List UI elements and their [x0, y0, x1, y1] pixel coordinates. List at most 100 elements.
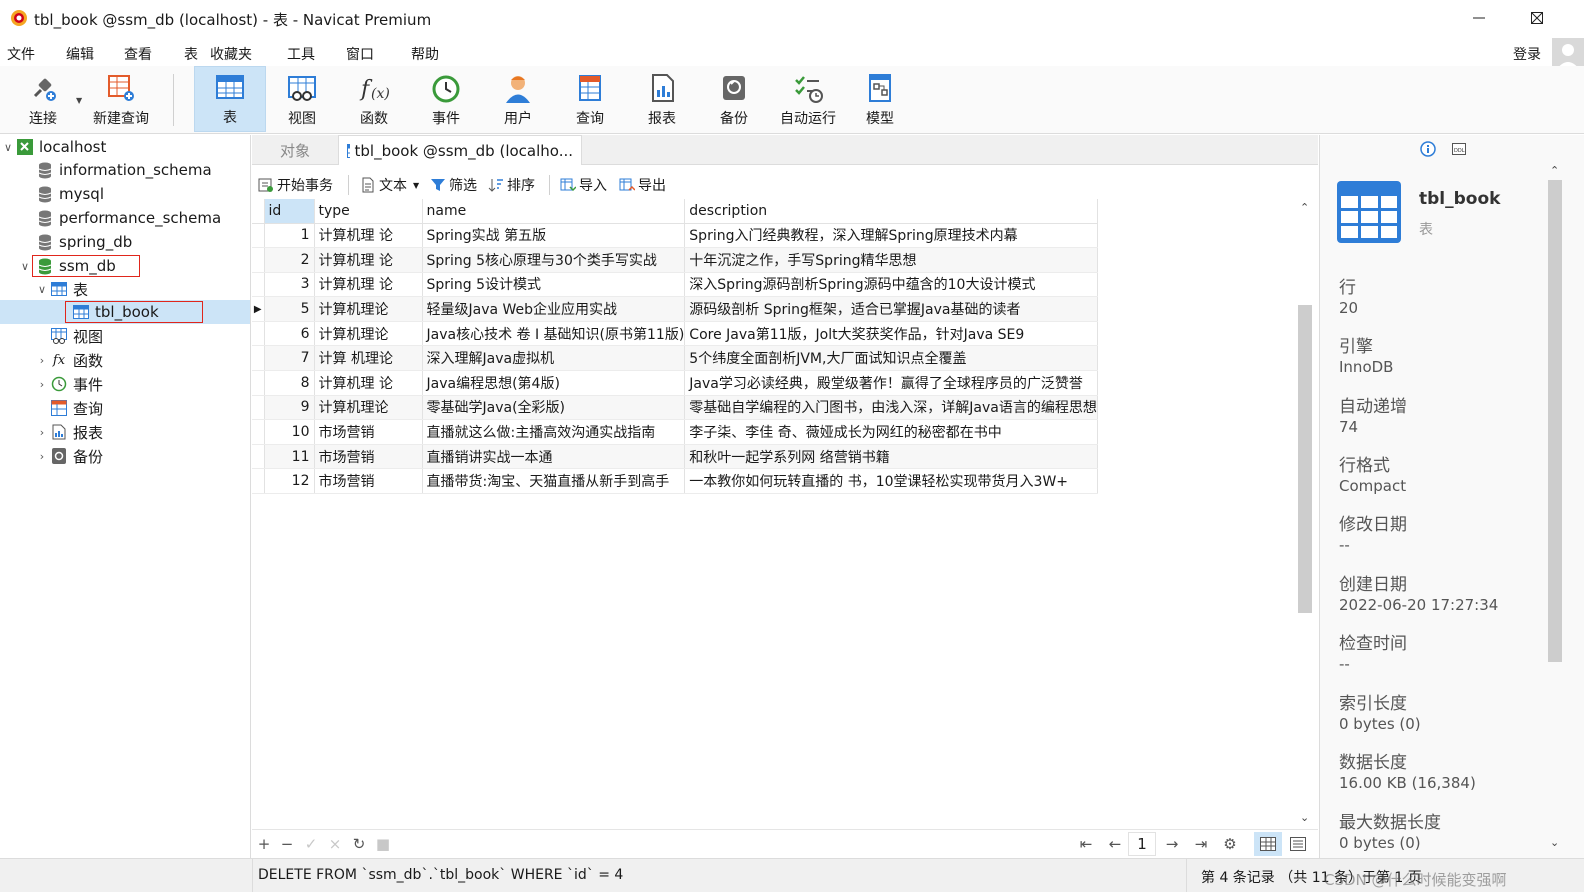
- cell-type[interactable]: 计算机理论: [314, 296, 423, 322]
- settings-gear-icon[interactable]: ⚙: [1220, 834, 1240, 854]
- scroll-up-icon[interactable]: ⌃: [1550, 164, 1559, 177]
- text-button[interactable]: 文本 ▼: [360, 174, 419, 196]
- sort-button[interactable]: 排序: [488, 174, 535, 196]
- menu-table[interactable]: 表: [184, 44, 198, 64]
- tree-tables-node[interactable]: ∨ 表: [34, 277, 250, 301]
- report-button[interactable]: 报表: [626, 66, 698, 132]
- cell-type[interactable]: 计算机理 论: [314, 272, 423, 298]
- info-panel-scrollbar[interactable]: ⌃ ⌄: [1546, 164, 1564, 858]
- cell-id[interactable]: 9: [264, 395, 315, 421]
- cell-name[interactable]: Java编程思想(第4版): [422, 370, 686, 396]
- row-marker[interactable]: [252, 419, 265, 445]
- tree-db-information-schema[interactable]: information_schema: [20, 158, 250, 182]
- scrollbar-thumb[interactable]: [1548, 180, 1562, 662]
- table-row[interactable]: 1 计算机理 论 Spring实战 第五版 Spring入门经典教程，深入理解Spri…: [252, 223, 1098, 249]
- cell-description[interactable]: 深入Spring源码剖析Spring源码中蕴含的10大设计模式: [684, 272, 1098, 298]
- tab-objects[interactable]: 对象: [252, 135, 338, 165]
- cell-name[interactable]: 直播销讲实战一本通: [422, 444, 686, 470]
- table-row[interactable]: 9 计算机理论 零基础学Java(全彩版) 零基础自学编程的入门图书，由浅入深，详解J…: [252, 395, 1098, 421]
- refresh-icon[interactable]: ↻: [351, 834, 367, 854]
- scroll-up-icon[interactable]: ⌃: [1300, 201, 1309, 214]
- cell-description[interactable]: 源码级剖析 Spring框架，适合已掌握Java基础的读者: [684, 296, 1098, 322]
- tree-views-node[interactable]: 视图: [34, 324, 250, 348]
- info-icon[interactable]: [1420, 141, 1436, 157]
- table-row[interactable]: 2 计算机理 论 Spring 5核心原理与30个类手写实战 十年沉淀之作，手写Spr…: [252, 247, 1098, 273]
- tree-events-node[interactable]: › 事件: [34, 372, 250, 396]
- cell-id[interactable]: 11: [264, 444, 315, 470]
- cell-type[interactable]: 计算 机理论: [314, 345, 423, 372]
- tree-table-tbl-book[interactable]: tbl_book: [0, 300, 250, 324]
- cell-name[interactable]: Spring 5设计模式: [422, 272, 686, 298]
- cell-id[interactable]: 8: [264, 370, 315, 396]
- add-record-icon[interactable]: +: [256, 834, 272, 854]
- tree-db-ssm-db[interactable]: ∨ ssm_db: [17, 254, 250, 278]
- cell-name[interactable]: 直播就这么做:主播高效沟通实战指南: [422, 419, 686, 445]
- cell-id[interactable]: 7: [264, 345, 315, 372]
- cell-name[interactable]: 直播带货:淘宝、天猫直播从新手到高手: [422, 468, 686, 495]
- first-page-icon[interactable]: ⇤: [1076, 834, 1096, 854]
- column-header-name[interactable]: name: [422, 199, 686, 224]
- ddl-icon[interactable]: DDL: [1451, 141, 1467, 157]
- scroll-down-icon[interactable]: ⌄: [1550, 836, 1559, 849]
- table-row-current[interactable]: ▶ 5 计算机理论 轻量级Java Web企业应用实战 源码级剖析 Spring框架，适…: [252, 296, 1098, 322]
- export-button[interactable]: 导出: [619, 174, 666, 196]
- tree-queries-node[interactable]: 查询: [34, 396, 250, 420]
- row-marker[interactable]: [252, 370, 265, 396]
- form-view-button[interactable]: [1286, 832, 1310, 856]
- filter-button[interactable]: 筛选: [430, 174, 477, 196]
- cell-type[interactable]: 计算机理论: [314, 321, 423, 347]
- cell-type[interactable]: 市场营销: [314, 444, 423, 470]
- cell-type[interactable]: 市场营销: [314, 419, 423, 445]
- expand-icon[interactable]: ›: [34, 378, 50, 391]
- connect-dropdown-icon[interactable]: ▼: [76, 96, 82, 105]
- discard-changes-icon[interactable]: ×: [327, 834, 343, 854]
- cell-name[interactable]: Java核心技术 卷 I 基础知识(原书第11版): [422, 321, 686, 347]
- column-header-type[interactable]: type: [314, 199, 423, 224]
- menu-help[interactable]: 帮助: [411, 44, 439, 64]
- cell-id[interactable]: 10: [264, 419, 315, 445]
- next-page-icon[interactable]: →: [1162, 834, 1182, 854]
- cell-type[interactable]: 计算机理 论: [314, 223, 423, 249]
- cell-name[interactable]: 轻量级Java Web企业应用实战: [422, 296, 686, 322]
- cell-description[interactable]: 零基础自学编程的入门图书，由浅入深，详解Java语言的编程思想: [684, 395, 1098, 421]
- backup-button[interactable]: 备份: [698, 66, 770, 132]
- cell-id[interactable]: 6: [264, 321, 315, 347]
- cell-description[interactable]: Java学习必读经典，殿堂级著作！赢得了全球程序员的广泛赞誉: [684, 370, 1098, 396]
- tree-localhost[interactable]: ∨ localhost: [0, 135, 250, 159]
- expand-icon[interactable]: ›: [34, 450, 50, 463]
- row-marker[interactable]: [252, 395, 265, 421]
- cell-description[interactable]: Spring入门经典教程，深入理解Spring原理技术内幕: [684, 223, 1098, 249]
- cell-name[interactable]: Spring 5核心原理与30个类手写实战: [422, 247, 686, 273]
- cell-name[interactable]: 零基础学Java(全彩版): [422, 395, 686, 421]
- close-button[interactable]: [1508, 0, 1566, 36]
- menu-window[interactable]: 窗口: [346, 44, 374, 64]
- row-marker[interactable]: [252, 247, 265, 273]
- cell-type[interactable]: 市场营销: [314, 468, 423, 495]
- row-marker[interactable]: [252, 345, 265, 372]
- row-marker[interactable]: [252, 468, 265, 495]
- cell-id[interactable]: 2: [264, 247, 315, 273]
- connect-button[interactable]: 连接: [7, 66, 79, 132]
- cell-description[interactable]: 十年沉淀之作，手写Spring精华思想: [684, 247, 1098, 273]
- apply-changes-icon[interactable]: ✓: [303, 834, 319, 854]
- cell-name[interactable]: Spring实战 第五版: [422, 223, 686, 249]
- table-row[interactable]: 7 计算 机理论 深入理解Java虚拟机 5个纬度全面剖析JVM,大厂面试知识点全覆盖: [252, 345, 1098, 372]
- cell-type[interactable]: 计算机理 论: [314, 370, 423, 396]
- tab-tbl-book[interactable]: tbl_book @ssm_db (localho...: [338, 135, 582, 165]
- new-query-button[interactable]: 新建查询: [86, 66, 156, 132]
- view-button[interactable]: 视图: [266, 66, 338, 132]
- cell-id[interactable]: 5: [264, 296, 315, 322]
- table-row[interactable]: 8 计算机理 论 Java编程思想(第4版) Java学习必读经典，殿堂级著作！赢得了…: [252, 370, 1098, 396]
- current-row-marker[interactable]: ▶: [252, 296, 265, 322]
- cell-description[interactable]: 和秋叶一起学系列网 络营销书籍: [684, 444, 1098, 470]
- automation-button[interactable]: 自动运行: [770, 66, 846, 132]
- row-marker[interactable]: [252, 321, 265, 347]
- table-row[interactable]: 3 计算机理 论 Spring 5设计模式 深入Spring源码剖析Spring源码中…: [252, 272, 1098, 298]
- model-button[interactable]: 模型: [844, 66, 916, 132]
- grid-vertical-scrollbar[interactable]: ⌃ ⌄: [1296, 201, 1314, 831]
- row-marker[interactable]: [252, 223, 265, 249]
- expand-icon[interactable]: ›: [34, 426, 50, 439]
- collapse-icon[interactable]: ∨: [0, 141, 16, 154]
- cell-name[interactable]: 深入理解Java虚拟机: [422, 345, 686, 372]
- scrollbar-thumb[interactable]: [1298, 305, 1312, 613]
